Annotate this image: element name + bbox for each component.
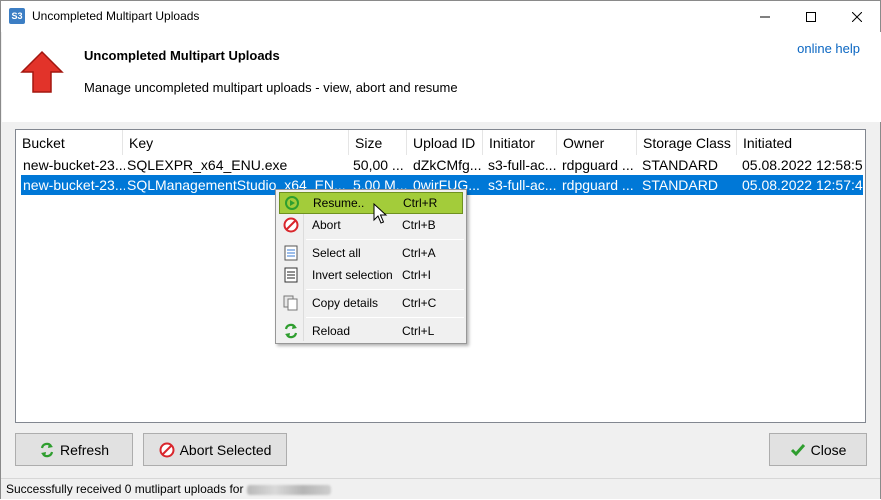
- refresh-icon: [39, 442, 55, 458]
- menu-item-label: Reload: [312, 324, 351, 338]
- abort-icon: [279, 214, 303, 236]
- menu-separator: [306, 289, 464, 290]
- column-header-upload-id[interactable]: Upload ID: [407, 130, 483, 155]
- resume-icon: [280, 192, 304, 214]
- refresh-button-label: Refresh: [59, 441, 110, 458]
- invert-selection-icon: [279, 264, 303, 286]
- menu-item-invert-selection[interactable]: Invert selection Ctrl+I: [279, 264, 463, 286]
- column-header-size[interactable]: Size: [349, 130, 407, 155]
- menu-item-shortcut: Ctrl+R: [403, 196, 438, 210]
- close-window-button[interactable]: [834, 1, 880, 32]
- menu-separator: [306, 239, 464, 240]
- menu-item-label: Abort: [312, 218, 341, 232]
- dialog-window: S3 Uncompleted Multipart Uploads Uncompl…: [0, 0, 881, 499]
- menu-item-shortcut: Ctrl+B: [402, 218, 436, 232]
- cell-size: 50,00 ...: [353, 157, 404, 173]
- menu-item-shortcut: Ctrl+I: [402, 268, 432, 282]
- online-help-link[interactable]: online help: [797, 41, 860, 56]
- menu-item-shortcut: Ctrl+A: [402, 246, 436, 260]
- column-header-initiator[interactable]: Initiator: [483, 130, 557, 155]
- abort-selected-button-label: Abort Selected: [179, 441, 272, 458]
- status-text: Successfully received 0 mutlipart upload…: [6, 482, 244, 496]
- abort-selected-button[interactable]: Abort Selected: [143, 433, 287, 466]
- menu-item-label: Resume..: [313, 196, 365, 210]
- upload-arrow-icon: [20, 50, 64, 93]
- cell-initiated: 05.08.2022 12:57:48: [742, 177, 863, 193]
- header-title: Uncompleted Multipart Uploads: [84, 48, 280, 63]
- cell-owner: rdpguard ...: [562, 177, 634, 193]
- context-menu: Resume.. Ctrl+R Abort Ctrl+B Select all …: [275, 189, 467, 344]
- cell-initiator: s3-full-ac...: [488, 157, 557, 173]
- checkmark-icon: [790, 442, 806, 458]
- minimize-icon: [760, 16, 770, 17]
- menu-item-label: Invert selection: [312, 268, 393, 282]
- cell-storage-class: STANDARD: [642, 157, 718, 173]
- mouse-cursor-icon: [373, 203, 388, 224]
- maximize-button[interactable]: [788, 1, 834, 32]
- menu-item-shortcut: Ctrl+C: [402, 296, 437, 310]
- abort-icon: [159, 442, 175, 458]
- cell-bucket: new-bucket-23...: [23, 177, 125, 193]
- close-icon: [852, 11, 862, 22]
- app-icon: S3: [9, 8, 25, 24]
- menu-item-reload[interactable]: Reload Ctrl+L: [279, 320, 463, 342]
- redacted-bucket-name: [246, 484, 331, 495]
- window-title: Uncompleted Multipart Uploads: [32, 9, 200, 23]
- cell-key: SQLEXPR_x64_ENU.exe: [127, 157, 288, 173]
- maximize-icon: [806, 11, 816, 22]
- menu-item-shortcut: Ctrl+L: [402, 324, 435, 338]
- cell-initiator: s3-full-ac...: [488, 177, 557, 193]
- close-button-label: Close: [810, 441, 847, 458]
- cell-owner: rdpguard ...: [562, 157, 634, 173]
- menu-item-resume[interactable]: Resume.. Ctrl+R: [279, 192, 463, 214]
- cell-bucket: new-bucket-23...: [23, 157, 125, 173]
- column-header-owner[interactable]: Owner: [557, 130, 637, 155]
- menu-item-copy-details[interactable]: Copy details Ctrl+C: [279, 292, 463, 314]
- minimize-button[interactable]: [742, 1, 788, 32]
- reload-icon: [279, 320, 303, 342]
- copy-icon: [279, 292, 303, 314]
- status-bar: Successfully received 0 mutlipart upload…: [1, 478, 880, 499]
- column-header-key[interactable]: Key: [123, 130, 349, 155]
- dialog-header: Uncompleted Multipart Uploads Manage unc…: [2, 32, 881, 122]
- menu-item-abort[interactable]: Abort Ctrl+B: [279, 214, 463, 236]
- column-header-bucket[interactable]: Bucket: [16, 130, 123, 155]
- header-description: Manage uncompleted multipart uploads - v…: [84, 80, 458, 95]
- column-header-storage-class[interactable]: Storage Class: [637, 130, 737, 155]
- table-header: Bucket Key Size Upload ID Initiator Owne…: [16, 130, 865, 155]
- menu-item-label: Select all: [312, 246, 361, 260]
- menu-item-select-all[interactable]: Select all Ctrl+A: [279, 242, 463, 264]
- close-button[interactable]: Close: [769, 433, 867, 466]
- menu-item-label: Copy details: [312, 296, 379, 310]
- column-header-initiated[interactable]: Initiated: [737, 130, 865, 155]
- cell-upload-id: dZkCMfg...: [413, 157, 482, 173]
- title-bar[interactable]: S3 Uncompleted Multipart Uploads: [1, 1, 880, 32]
- select-all-icon: [279, 242, 303, 264]
- refresh-button[interactable]: Refresh: [15, 433, 133, 466]
- menu-separator: [306, 317, 464, 318]
- cell-storage-class: STANDARD: [642, 177, 718, 193]
- header-separator: [16, 112, 865, 113]
- table-row[interactable]: new-bucket-23... SQLEXPR_x64_ENU.exe 50,…: [21, 155, 863, 175]
- cell-initiated: 05.08.2022 12:58:57: [742, 157, 863, 173]
